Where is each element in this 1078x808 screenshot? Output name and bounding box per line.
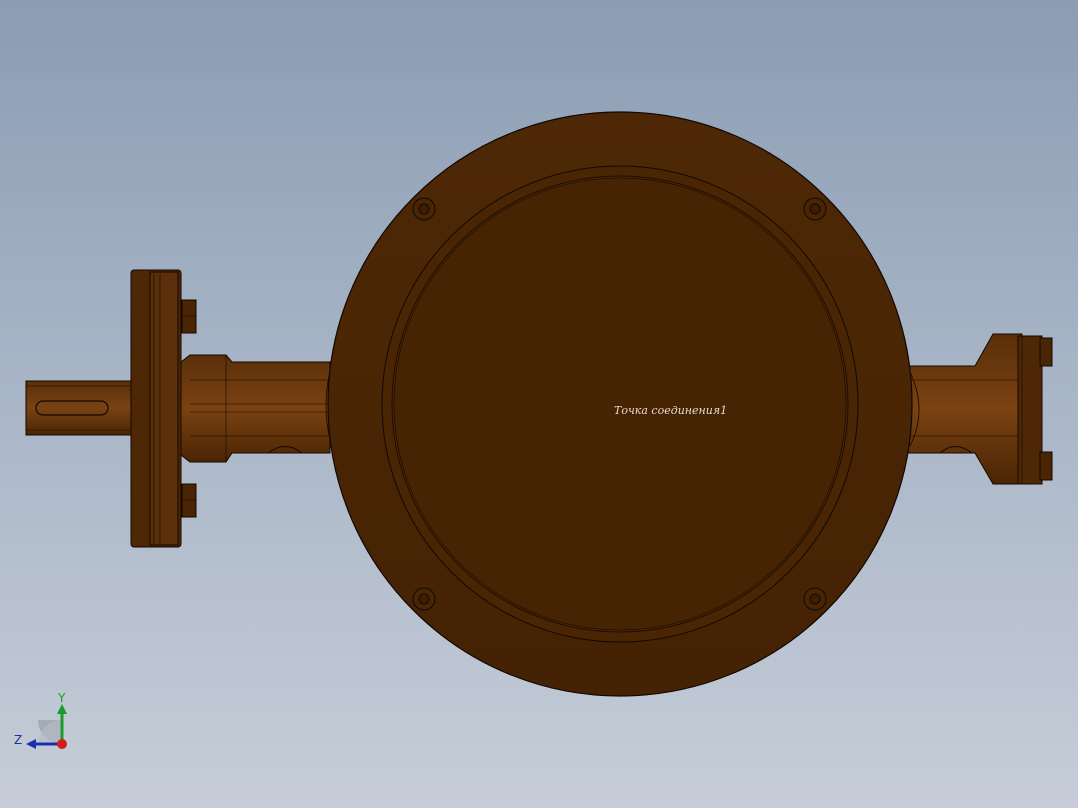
- x-axis-dot: [57, 739, 67, 749]
- model-view[interactable]: Точка соединения1 Y Z: [0, 0, 1078, 808]
- right-neck[interactable]: [904, 333, 1053, 485]
- bolt-hole-top-right[interactable]: [803, 197, 827, 221]
- orientation-triad[interactable]: Y Z: [14, 691, 67, 749]
- y-axis-arrow: [57, 704, 67, 714]
- z-axis-arrow: [26, 739, 36, 749]
- bolt-hole-top-left[interactable]: [412, 197, 436, 221]
- graphics-viewport[interactable]: Точка соединения1 Y Z: [0, 0, 1078, 808]
- bolt-hole-bottom-right[interactable]: [803, 587, 827, 611]
- valve-part[interactable]: [25, 111, 1053, 697]
- connection-point-label[interactable]: Точка соединения1: [614, 404, 727, 417]
- left-shaft[interactable]: [25, 380, 137, 436]
- z-axis-label: Z: [14, 733, 22, 747]
- y-axis-label: Y: [57, 691, 66, 705]
- left-neck[interactable]: [180, 354, 331, 463]
- bolt-hole-bottom-left[interactable]: [412, 587, 436, 611]
